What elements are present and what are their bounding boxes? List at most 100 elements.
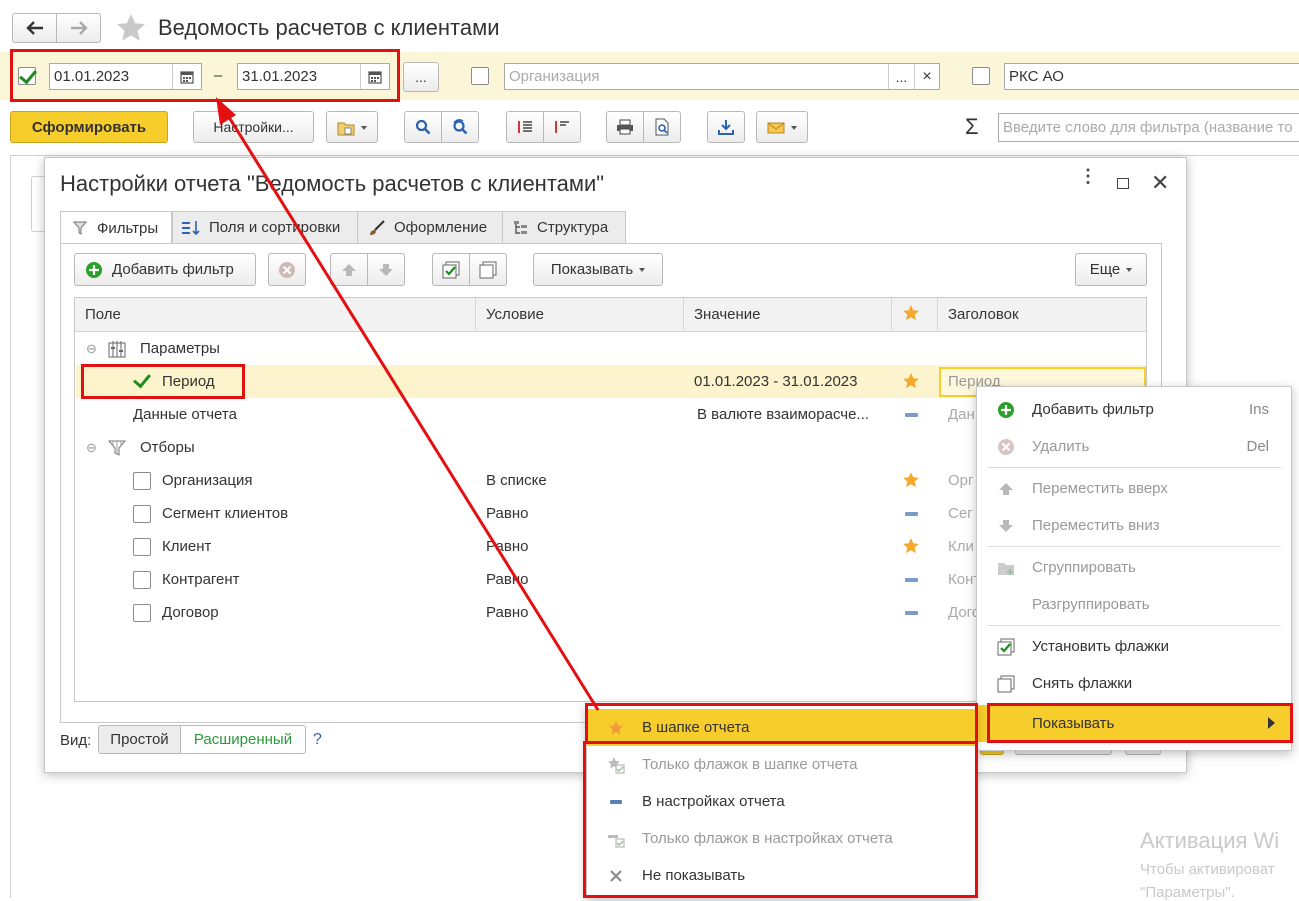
move-up-button[interactable] (330, 253, 368, 286)
row-value[interactable]: 01.01.2023 - 31.01.2023 (694, 365, 857, 398)
submenu-item-checkbox-in-header[interactable]: Только флажок в шапке отчета (587, 746, 975, 783)
calendar-to-icon[interactable] (360, 64, 388, 89)
col-field-header[interactable]: Поле (85, 306, 121, 323)
menu-item-check-all[interactable]: Установить флажки (977, 628, 1291, 665)
find-button[interactable] (404, 111, 442, 143)
submenu-item-in-settings[interactable]: В настройках отчета (587, 783, 975, 820)
close-icon[interactable]: ✕ (1151, 170, 1169, 196)
preview-button[interactable] (643, 111, 681, 143)
collapse-icon[interactable]: ⊖ (86, 332, 97, 365)
calendar-from-icon[interactable] (172, 64, 200, 89)
star-icon[interactable] (902, 471, 920, 489)
menu-item-group[interactable]: Сгруппировать (977, 549, 1291, 586)
organization-clear-button[interactable]: × (914, 64, 939, 89)
generate-button[interactable]: Сформировать (10, 111, 168, 143)
row-checkbox[interactable] (133, 472, 151, 490)
move-down-button[interactable] (367, 253, 405, 286)
row-condition[interactable]: Равно (486, 596, 528, 629)
menu-item-label: Переместить вверх (1032, 480, 1168, 497)
preview-icon (655, 118, 669, 136)
row-checkbox[interactable] (133, 538, 151, 556)
tab-fields-sorting[interactable]: Поля и сортировки (172, 211, 358, 244)
col-value-header[interactable]: Значение (694, 306, 761, 323)
menu-item-label: Сгруппировать (1032, 559, 1136, 576)
row-checkbox[interactable] (133, 571, 151, 589)
context-menu: Добавить фильтр Ins Удалить Del Перемест… (976, 386, 1292, 751)
star-icon[interactable] (902, 372, 920, 390)
collapse-icon[interactable]: ⊖ (86, 431, 97, 464)
view-advanced-button[interactable]: Расширенный (180, 725, 306, 754)
counterparty-field[interactable]: РКС АО (1004, 63, 1299, 90)
more-button[interactable]: Еще (1075, 253, 1147, 286)
dash-icon[interactable] (905, 413, 918, 417)
row-condition[interactable]: Равно (486, 563, 528, 596)
add-filter-button[interactable]: Добавить фильтр (74, 253, 256, 286)
col-star-header-icon[interactable] (902, 304, 920, 325)
view-simple-button[interactable]: Простой (98, 725, 181, 754)
uncheck-all-button[interactable] (469, 253, 507, 286)
tab-appearance[interactable]: Оформление (357, 211, 503, 244)
settings-button[interactable]: Настройки... (193, 111, 314, 143)
organization-select-button[interactable]: ... (888, 64, 914, 89)
row-checkbox[interactable] (133, 372, 151, 390)
dash-icon[interactable] (905, 611, 918, 615)
show-dropdown-button[interactable]: Показывать (533, 253, 663, 286)
search-next-icon (453, 119, 468, 135)
organization-field[interactable]: Организация (504, 63, 940, 90)
menu-item-move-down[interactable]: Переместить вниз (977, 507, 1291, 544)
print-button[interactable] (606, 111, 644, 143)
row-checkbox[interactable] (133, 505, 151, 523)
variants-button[interactable] (326, 111, 378, 143)
menu-separator (987, 467, 1281, 468)
menu-item-ungroup[interactable]: Разгруппировать (977, 586, 1291, 623)
maximize-icon[interactable] (1117, 178, 1129, 189)
col-divider (891, 298, 892, 332)
back-button[interactable] (12, 13, 57, 43)
menu-item-delete[interactable]: Удалить Del (977, 428, 1291, 465)
row-value[interactable]: В валюте взаиморасче... (697, 398, 892, 431)
menu-item-show[interactable]: Показывать (977, 705, 1291, 742)
save-button[interactable] (707, 111, 745, 143)
counterparty-checkbox[interactable] (972, 67, 990, 85)
expand-groups-button[interactable] (506, 111, 544, 143)
activation-watermark-title: Активация Wi (1140, 828, 1280, 853)
col-condition-header[interactable]: Условие (486, 306, 544, 323)
send-email-button[interactable] (756, 111, 808, 143)
menu-separator (987, 546, 1281, 547)
menu-item-move-up[interactable]: Переместить вверх (977, 470, 1291, 507)
submenu-item-in-header[interactable]: В шапке отчета (587, 709, 975, 746)
col-title-header[interactable]: Заголовок (948, 306, 1019, 323)
delete-icon (997, 438, 1015, 456)
dash-icon[interactable] (905, 512, 918, 516)
row-condition[interactable]: В списке (486, 464, 547, 497)
favorite-star-icon[interactable] (114, 12, 148, 44)
row-condition[interactable]: Равно (486, 530, 528, 563)
tab-filters[interactable]: Фильтры (60, 211, 172, 244)
menu-item-uncheck-all[interactable]: Снять флажки (977, 665, 1291, 702)
period-dash: – (214, 67, 223, 84)
delete-filter-button[interactable] (268, 253, 306, 286)
tab-filters-label: Фильтры (97, 219, 159, 237)
submenu-item-hide[interactable]: Не показывать (587, 857, 975, 894)
dialog-menu-icon[interactable]: ⋮ (1079, 167, 1097, 185)
collapse-groups-button[interactable] (543, 111, 581, 143)
search-input[interactable]: Введите слово для фильтра (название то (998, 113, 1299, 142)
menu-item-add-filter[interactable]: Добавить фильтр Ins (977, 391, 1291, 428)
period-more-button[interactable]: ... (403, 62, 439, 92)
row-checkbox[interactable] (133, 604, 151, 622)
row-title: Сег (948, 505, 973, 522)
dash-icon[interactable] (905, 578, 918, 582)
submenu-item-checkbox-in-settings[interactable]: Только флажок в настройках отчета (587, 820, 975, 857)
add-filter-label: Добавить фильтр (112, 261, 234, 278)
tab-structure[interactable]: Структура (502, 211, 626, 244)
forward-button[interactable] (56, 13, 101, 43)
organization-checkbox[interactable] (471, 67, 489, 85)
star-icon[interactable] (902, 537, 920, 555)
sum-icon[interactable]: Σ (965, 114, 979, 140)
help-icon[interactable]: ? (313, 731, 322, 749)
table-row[interactable]: ⊖ Параметры (76, 332, 1146, 365)
row-condition[interactable]: Равно (486, 497, 528, 530)
check-all-button[interactable] (432, 253, 470, 286)
find-next-button[interactable] (441, 111, 479, 143)
period-checkbox[interactable] (18, 67, 36, 85)
